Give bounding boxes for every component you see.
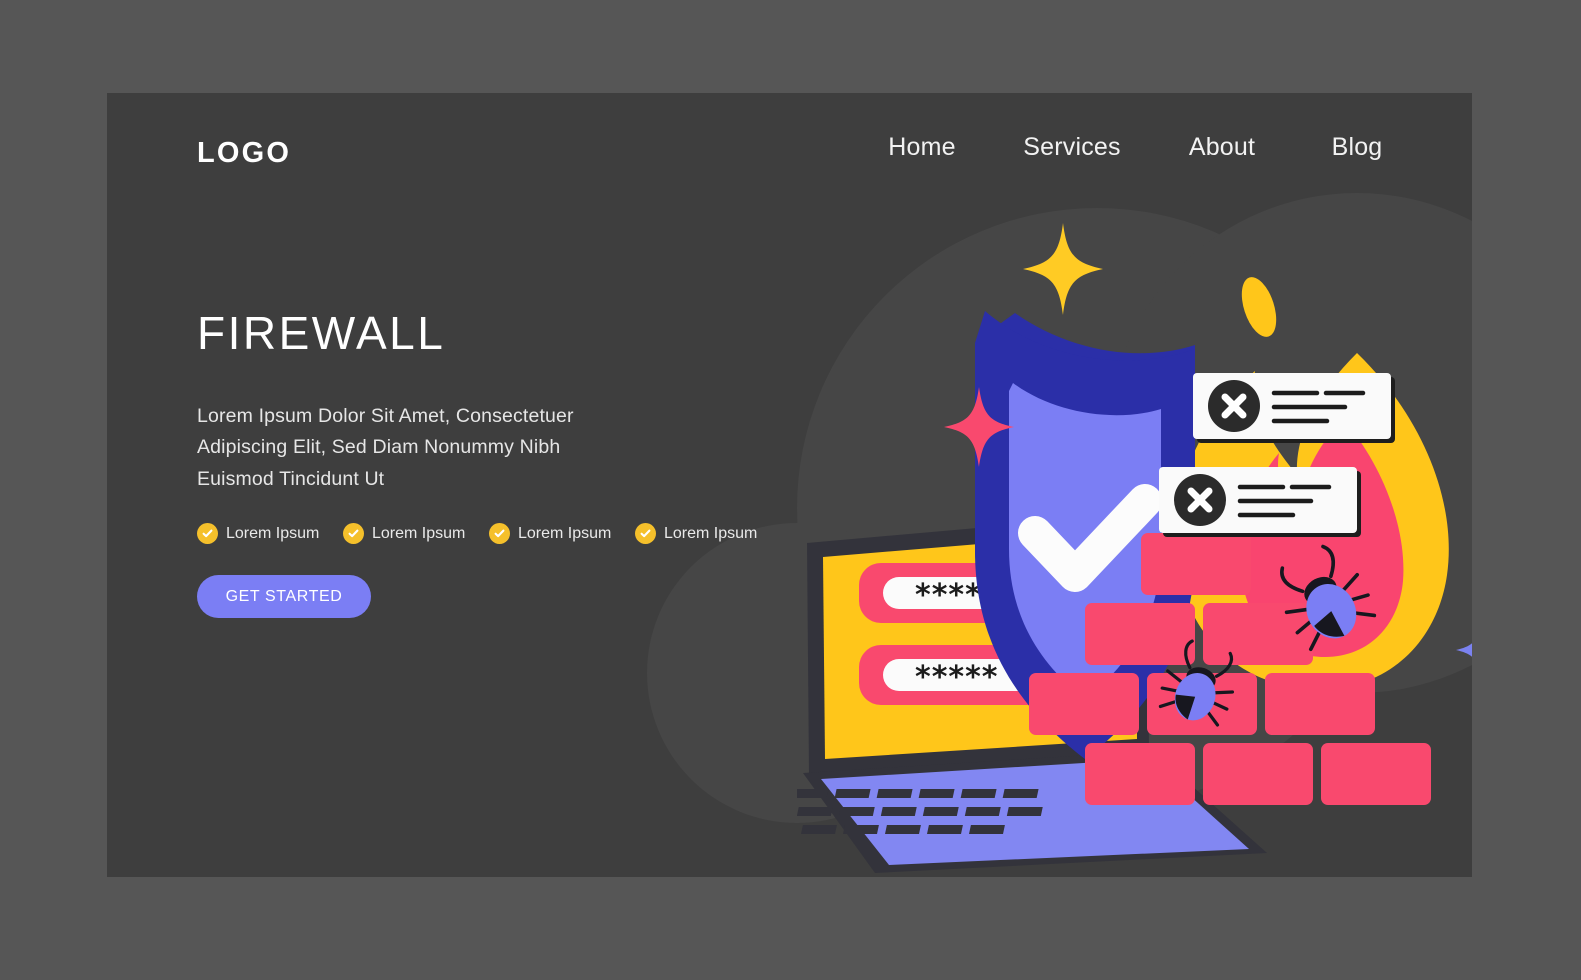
nav-item-blog[interactable]: Blog (1297, 133, 1417, 162)
nav-link-home[interactable]: Home (888, 133, 956, 162)
error-card-2 (1159, 467, 1361, 537)
get-started-button[interactable]: GET STARTED (197, 575, 371, 619)
feature-label: Lorem Ipsum (226, 524, 320, 542)
check-circle-icon (197, 523, 218, 545)
sparkle-purple-icon (1456, 643, 1472, 657)
feature-label: Lorem Ipsum (518, 524, 612, 542)
feature-item: Lorem Ipsum (343, 523, 489, 545)
page-title: FIREWALL (197, 307, 446, 359)
sparkle-yellow-icon (1023, 223, 1103, 315)
hero-subtitle: Lorem Ipsum Dolor Sit Amet, Consectetuer… (197, 404, 574, 490)
nav-link-blog[interactable]: Blog (1332, 133, 1383, 162)
check-circle-icon (489, 523, 510, 545)
nav-item-services[interactable]: Services (997, 133, 1147, 162)
hero-card: LOGO Home Services About Blog FIREWALL L… (107, 93, 1472, 877)
hero-copy: FIREWALL Lorem Ipsum Dolor Sit Amet, Con… (197, 307, 817, 619)
error-card-1 (1193, 373, 1395, 443)
feature-item: Lorem Ipsum (635, 523, 781, 545)
nav-item-about[interactable]: About (1147, 133, 1297, 162)
feature-item: Lorem Ipsum (489, 523, 635, 545)
feature-list: Lorem Ipsum Lorem Ipsum Lorem Ipsum Lore… (197, 523, 817, 545)
check-circle-icon (635, 523, 656, 545)
logo[interactable]: LOGO (197, 137, 291, 170)
svg-text:*****: ***** (915, 660, 998, 695)
feature-label: Lorem Ipsum (664, 524, 758, 542)
check-circle-icon (343, 523, 364, 545)
nav-link-about[interactable]: About (1189, 133, 1255, 162)
page-root: LOGO Home Services About Blog FIREWALL L… (0, 0, 1581, 980)
nav-link-services[interactable]: Services (1023, 133, 1120, 162)
feature-item: Lorem Ipsum (197, 523, 343, 545)
firewall-security-illustration: ***** ***** (797, 213, 1472, 873)
nav-item-home[interactable]: Home (847, 133, 997, 162)
site-header: LOGO Home Services About Blog (107, 93, 1472, 223)
feature-label: Lorem Ipsum (372, 524, 466, 542)
main-navigation: Home Services About Blog (847, 133, 1417, 162)
